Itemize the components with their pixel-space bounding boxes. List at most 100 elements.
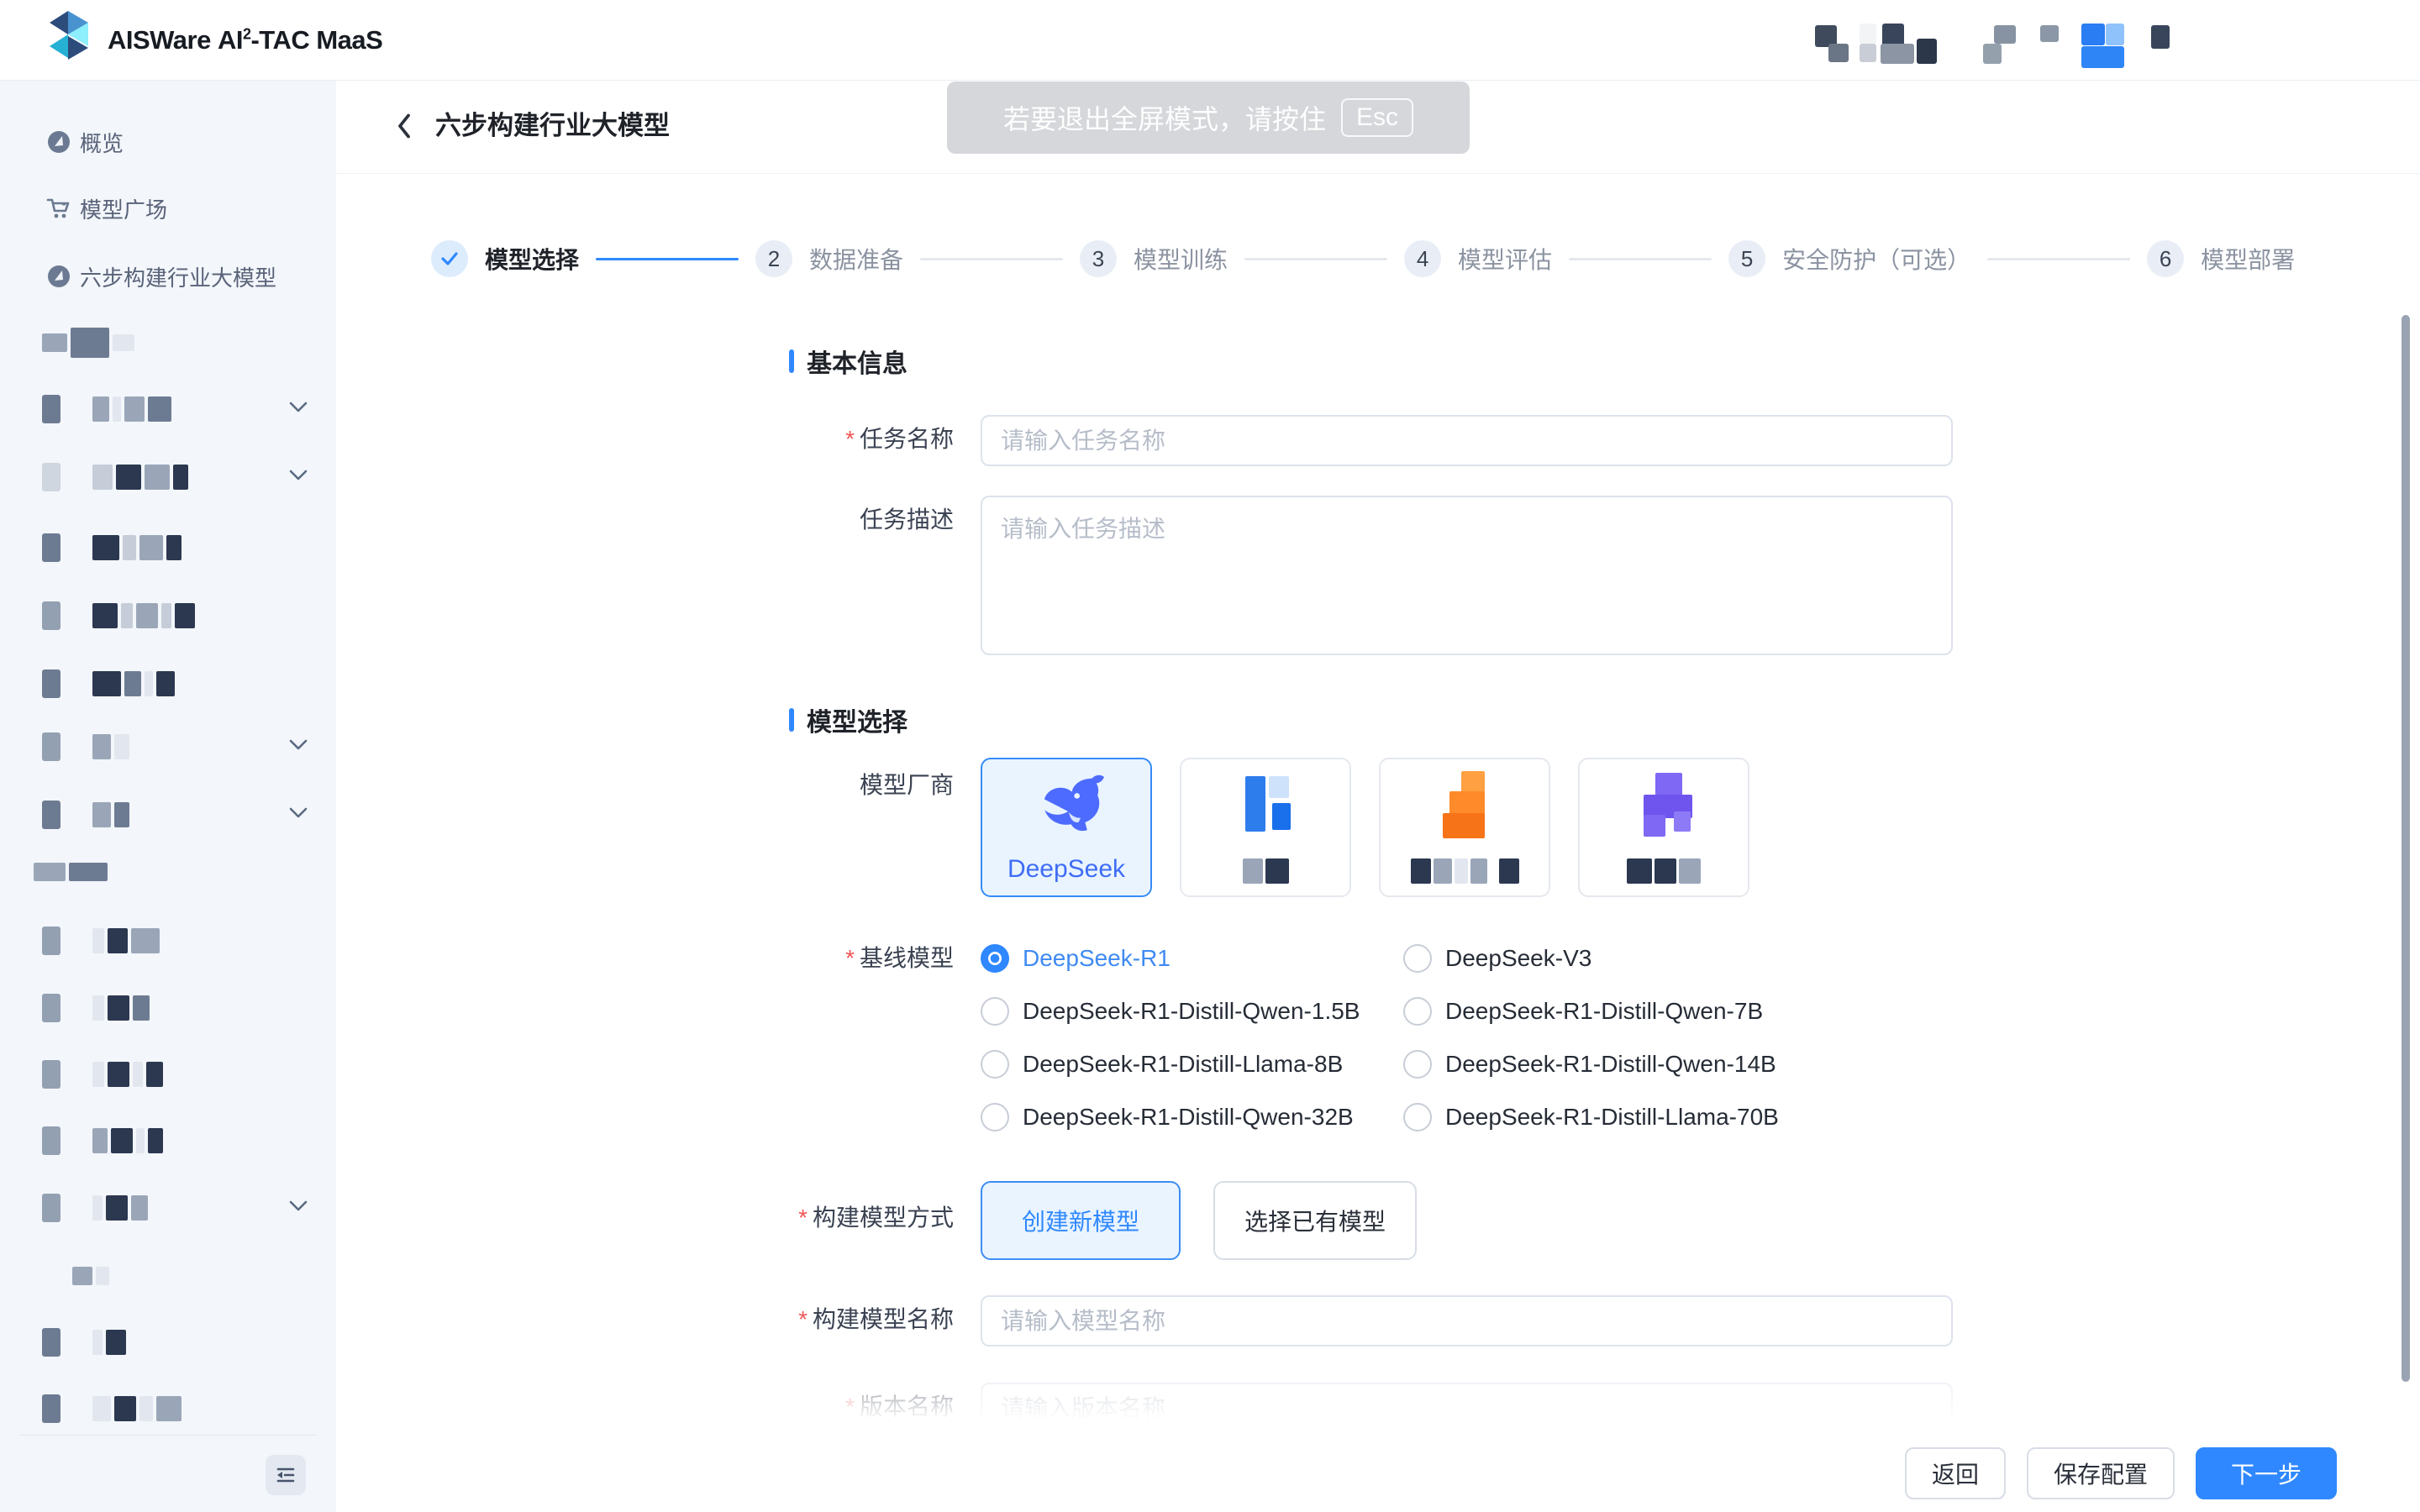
redacted-icon[interactable]: [2081, 46, 2124, 68]
base-model-option-6[interactable]: DeepSeek-R1-Distill-Qwen-32B: [981, 1103, 1403, 1131]
sidebar-item-redacted[interactable]: [42, 1058, 319, 1090]
step-circle-6[interactable]: 6: [2147, 240, 2184, 277]
redacted-icon[interactable]: [1917, 39, 1937, 64]
base-model-option-0[interactable]: DeepSeek-R1: [981, 944, 1403, 973]
vendor-card-deepseek[interactable]: DeepSeek: [981, 758, 1152, 897]
sidebar-divider: [20, 1435, 316, 1436]
redacted-icon[interactable]: [2081, 24, 2105, 45]
back-button[interactable]: [395, 108, 429, 144]
base-model-radio-group: DeepSeek-R1DeepSeek-V3DeepSeek-R1-Distil…: [981, 944, 1779, 1131]
sidebar-item-redacted[interactable]: [42, 992, 319, 1024]
chevron-left-icon: [395, 113, 413, 139]
step-connector: [1244, 258, 1387, 260]
base-model-option-1[interactable]: DeepSeek-V3: [1403, 944, 1779, 973]
chevron-down-icon[interactable]: [289, 739, 308, 754]
sidebar-item-redacted[interactable]: [42, 668, 319, 700]
redacted-block: [106, 1195, 128, 1221]
build-mode-label: *构建模型方式: [336, 1201, 954, 1235]
redacted-block: [166, 535, 182, 560]
redacted-block: [92, 734, 111, 759]
redacted-block: [92, 465, 113, 490]
redacted-block: [92, 1330, 103, 1355]
vertical-scrollbar[interactable]: [2402, 315, 2410, 1382]
chevron-down-icon[interactable]: [289, 470, 308, 485]
sidebar-item-redacted[interactable]: [42, 925, 319, 957]
sidebar-item-redacted[interactable]: [42, 532, 319, 564]
base-model-option-2[interactable]: DeepSeek-R1-Distill-Qwen-1.5B: [981, 997, 1403, 1026]
deepseek-whale-icon: [1032, 773, 1106, 837]
redacted-block: [1434, 858, 1452, 884]
build-mode-select-existing-button[interactable]: 选择已有模型: [1213, 1181, 1417, 1260]
model-name-label: *构建模型名称: [336, 1303, 954, 1336]
vendor-card-list: DeepSeek: [981, 758, 1749, 897]
redacted-icon[interactable]: [1983, 44, 2002, 64]
redacted-block: [1490, 858, 1497, 884]
sidebar-item-icon-redacted: [42, 1126, 60, 1155]
sidebar-item-redacted[interactable]: [42, 1326, 319, 1358]
chevron-down-icon[interactable]: [289, 807, 308, 822]
redacted-block: [1499, 858, 1519, 884]
step-circle-3[interactable]: 3: [1080, 240, 1117, 277]
model-name-input[interactable]: [981, 1295, 1953, 1347]
sidebar-item-overview[interactable]: 概览: [0, 123, 336, 160]
sidebar-item-model-plaza[interactable]: 模型广场: [0, 190, 336, 227]
fullscreen-exit-toast: 若要退出全屏模式，请按住 Esc: [947, 81, 1470, 154]
section-basic-info: 基本信息: [789, 347, 908, 375]
build-mode-create-new-button[interactable]: 创建新模型: [981, 1181, 1181, 1260]
collapse-icon: [275, 1464, 297, 1486]
return-button[interactable]: 返回: [1905, 1447, 2006, 1499]
redacted-block: [113, 334, 134, 351]
vendor-card-redacted-2[interactable]: [1379, 758, 1550, 897]
sidebar-item-redacted[interactable]: [42, 1125, 319, 1157]
sidebar-item-redacted[interactable]: [42, 1393, 319, 1425]
orange-blocks-logo-icon: [1433, 771, 1503, 843]
step-circle-5[interactable]: 5: [1728, 240, 1765, 277]
redacted-block: [161, 603, 171, 628]
sidebar-item-redacted[interactable]: [42, 393, 319, 425]
sidebar-item-six-step-build[interactable]: 六步构建行业大模型: [0, 258, 336, 295]
step-circle-4[interactable]: 4: [1404, 240, 1441, 277]
step-circle-2[interactable]: 2: [755, 240, 792, 277]
redacted-block: [124, 396, 145, 422]
sidebar-item-redacted[interactable]: [42, 799, 319, 831]
redacted-icon[interactable]: [2106, 24, 2124, 45]
step-circle-1[interactable]: [431, 240, 468, 277]
version-name-input[interactable]: [981, 1383, 1953, 1434]
redacted-icon[interactable]: [1828, 44, 1849, 62]
redacted-icon[interactable]: [1860, 24, 1876, 44]
section-accent-bar: [789, 708, 794, 732]
redacted-icon[interactable]: [2040, 25, 2059, 42]
base-model-option-3[interactable]: DeepSeek-R1-Distill-Qwen-7B: [1403, 997, 1779, 1026]
sidebar-item-redacted[interactable]: [42, 600, 319, 632]
redacted-icon[interactable]: [2151, 25, 2170, 49]
base-model-option-5[interactable]: DeepSeek-R1-Distill-Qwen-14B: [1403, 1050, 1779, 1079]
redacted-block: [92, 1396, 111, 1421]
vendor-card-redacted-1[interactable]: [1180, 758, 1351, 897]
base-model-option-7[interactable]: DeepSeek-R1-Distill-Llama-70B: [1403, 1103, 1779, 1131]
redacted-block: [133, 995, 150, 1021]
vendor-card-redacted-3[interactable]: [1578, 758, 1749, 897]
redacted-block: [106, 1330, 126, 1355]
save-config-button[interactable]: 保存配置: [2027, 1447, 2175, 1499]
logo-block: [1269, 776, 1289, 798]
sidebar-item-icon-redacted: [42, 994, 60, 1022]
chevron-down-icon[interactable]: [289, 1200, 308, 1215]
redacted-block: [92, 802, 111, 827]
collapse-sidebar-button[interactable]: [266, 1455, 306, 1495]
redacted-icon[interactable]: [1994, 25, 2016, 44]
chevron-down-icon[interactable]: [289, 402, 308, 417]
redacted-icon[interactable]: [1881, 44, 1914, 64]
redacted-block: [114, 734, 129, 759]
radio-icon: [1403, 997, 1432, 1026]
task-desc-textarea[interactable]: [981, 496, 1953, 655]
base-model-option-4[interactable]: DeepSeek-R1-Distill-Llama-8B: [981, 1050, 1403, 1079]
sidebar-item-icon-redacted: [42, 801, 60, 829]
sidebar-item-redacted[interactable]: [42, 461, 319, 493]
redacted-block: [114, 802, 129, 827]
redacted-icon[interactable]: [1860, 44, 1876, 62]
redacted-block: [34, 863, 66, 881]
sidebar-item-redacted[interactable]: [42, 1192, 319, 1224]
next-step-button[interactable]: 下一步: [2196, 1447, 2337, 1499]
sidebar-item-redacted[interactable]: [42, 731, 319, 763]
task-name-input[interactable]: [981, 415, 1953, 466]
